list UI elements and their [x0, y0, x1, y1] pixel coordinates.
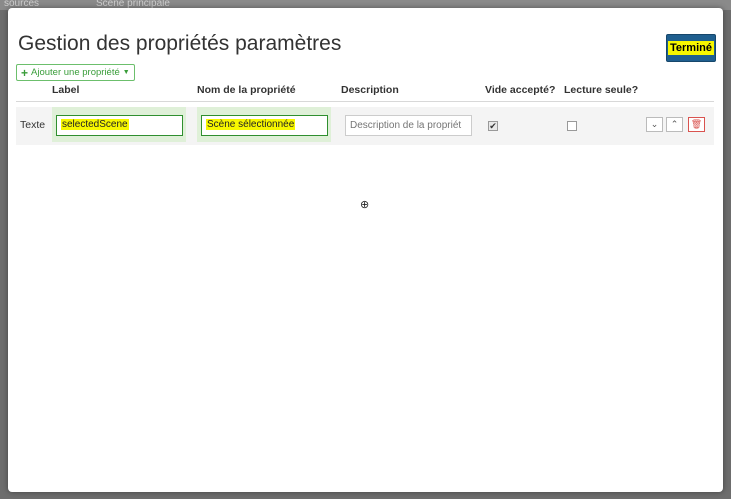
add-property-label: Ajouter une propriété [31, 67, 120, 78]
read-only-checkbox[interactable] [567, 121, 577, 131]
plus-icon: + [21, 65, 29, 80]
header-empty-allowed: Vide accepté? [485, 84, 556, 96]
move-up-button[interactable]: ⌃ [666, 117, 683, 132]
move-down-button[interactable]: ⌄ [646, 117, 663, 132]
delete-button[interactable]: 🗑 [688, 117, 705, 132]
header-description: Description [341, 84, 399, 96]
header-read-only: Lecture seule? [564, 84, 639, 96]
property-name-input[interactable] [201, 115, 328, 136]
crosshair-cursor-icon: ⊕ [360, 199, 370, 211]
table-row: Texte selectedScene Scène sélectionnée ✔… [16, 107, 714, 145]
chevron-down-icon: ⌄ [650, 119, 659, 129]
empty-allowed-checkbox[interactable]: ✔ [488, 121, 498, 131]
label-input[interactable] [56, 115, 183, 136]
done-button[interactable]: Terminé [666, 34, 716, 62]
modal-title: Gestion des propriétés paramètres [18, 32, 342, 55]
header-label: Label [52, 84, 80, 96]
properties-modal: Gestion des propriétés paramètres Termin… [8, 8, 723, 492]
row-type: Texte [20, 119, 46, 131]
header-divider [16, 101, 714, 102]
caret-down-icon: ▼ [122, 69, 130, 76]
trash-icon: 🗑 [690, 119, 703, 129]
description-input[interactable] [345, 115, 472, 136]
add-property-button[interactable]: + Ajouter une propriété ▼ [16, 64, 135, 81]
header-property-name: Nom de la propriété [197, 84, 296, 96]
done-button-label: Terminé [668, 41, 714, 55]
chevron-up-icon: ⌃ [670, 119, 679, 129]
